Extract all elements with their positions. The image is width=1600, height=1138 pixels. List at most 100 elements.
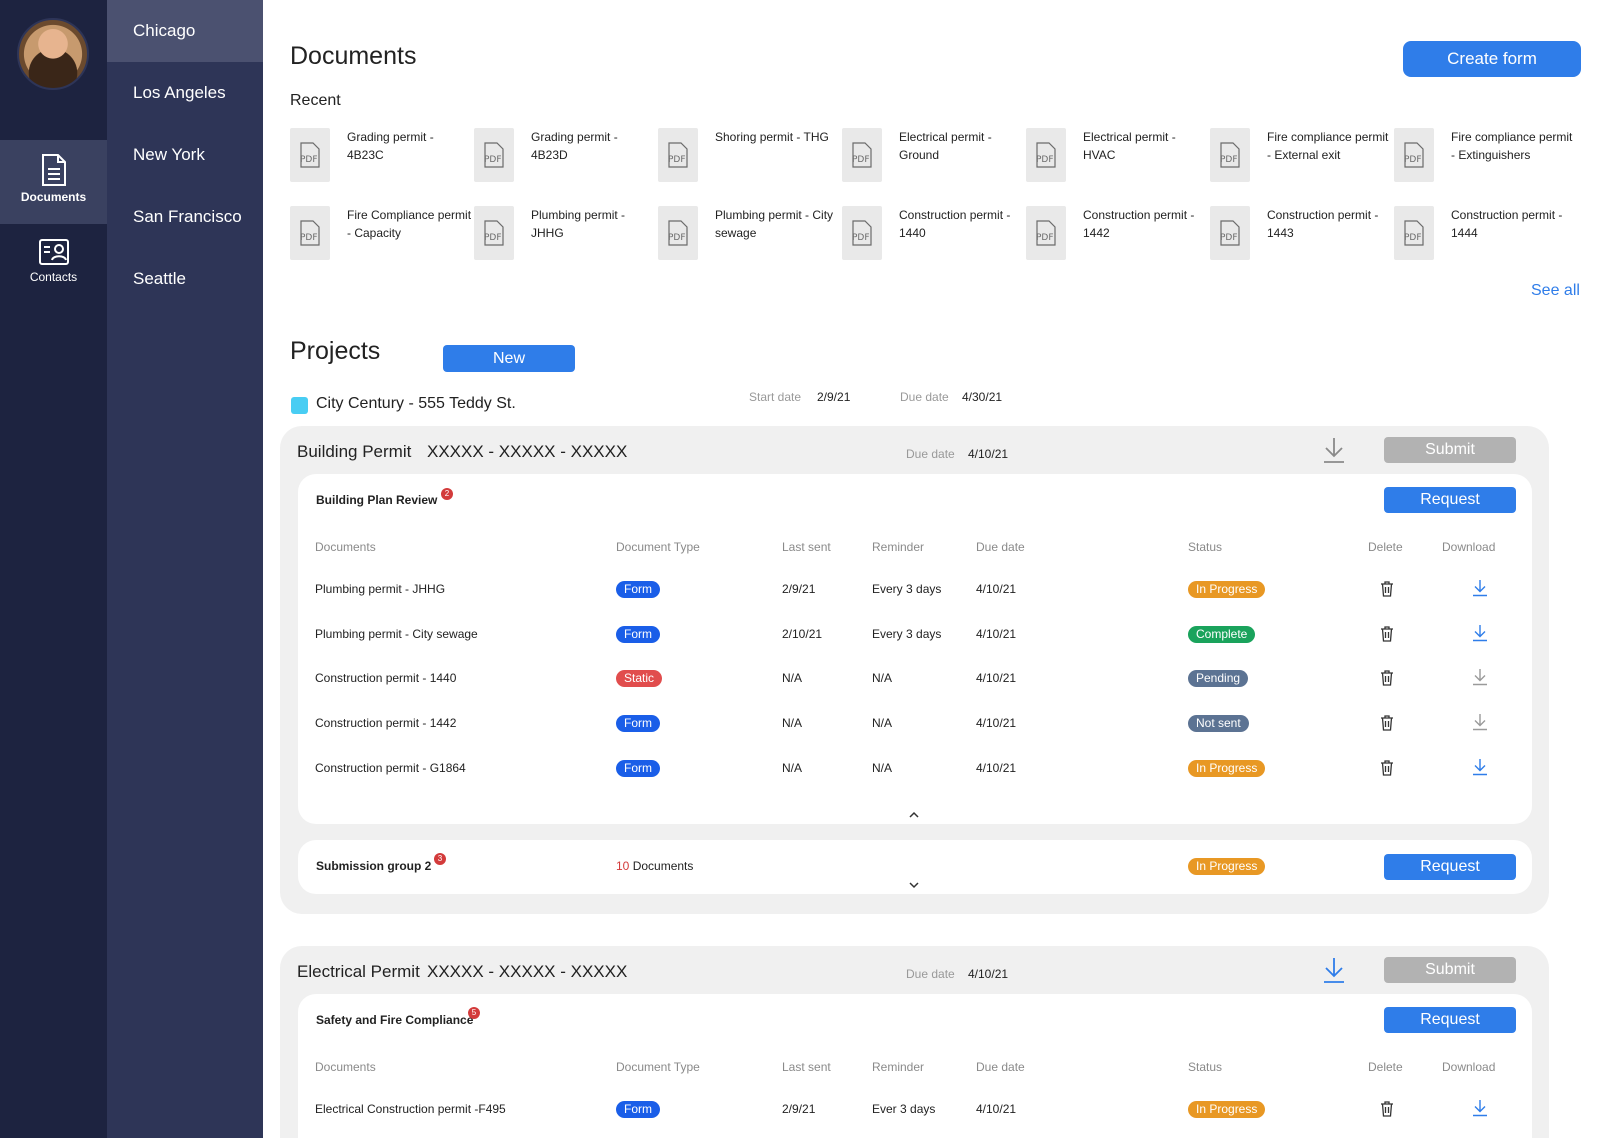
recent-document-tile[interactable]: PDF Construction permit - 1442 — [1026, 206, 1210, 266]
last-sent: 2/9/21 — [782, 582, 816, 596]
submit-button[interactable]: Submit — [1384, 437, 1516, 463]
recent-document-name: Plumbing permit - JHHG — [531, 208, 626, 240]
recent-document-tile[interactable]: PDF Fire compliance permit - Extinguisher… — [1394, 128, 1578, 188]
recent-document-tile[interactable]: PDF Construction permit - 1443 — [1210, 206, 1394, 266]
recent-document-tile[interactable]: PDF Fire compliance permit - External exi… — [1210, 128, 1394, 188]
trash-icon[interactable] — [1380, 625, 1394, 647]
project-name[interactable]: City Century - 555 Teddy St. — [316, 395, 516, 413]
group-title: Submission group 2 — [316, 859, 432, 873]
city-item-seattle[interactable]: Seattle — [107, 248, 263, 310]
create-form-button[interactable]: Create form — [1403, 41, 1581, 77]
avatar[interactable] — [17, 18, 89, 90]
recent-document-tile[interactable]: PDF Plumbing permit - JHHG — [474, 206, 658, 266]
download-icon[interactable] — [1472, 668, 1488, 691]
nav-contacts[interactable]: Contacts — [0, 224, 107, 308]
document-name[interactable]: Electrical Construction permit -F495 — [315, 1102, 506, 1116]
trash-icon[interactable] — [1380, 669, 1394, 691]
recent-document-name: Fire Compliance permit - Capacity — [347, 208, 472, 240]
city-item-chicago[interactable]: Chicago — [107, 0, 263, 62]
building-plan-review-group: Building Plan Review 2 Request Documents… — [298, 474, 1532, 824]
download-icon[interactable] — [1322, 956, 1346, 989]
status-badge: Not sent — [1188, 715, 1249, 733]
trash-icon[interactable] — [1380, 1100, 1394, 1122]
column-header-documents: Documents — [315, 1060, 376, 1074]
download-icon[interactable] — [1472, 758, 1488, 781]
permit-due-label: Due date — [906, 447, 955, 461]
status-badge: Complete — [1188, 625, 1256, 643]
column-header-due-date: Due date — [976, 1060, 1025, 1074]
new-project-button[interactable]: New — [443, 345, 575, 372]
column-header-download: Download — [1442, 540, 1496, 554]
recent-document-tile[interactable]: PDF Electrical permit - Ground — [842, 128, 1026, 188]
download-icon[interactable] — [1472, 579, 1488, 602]
document-name[interactable]: Construction permit - 1440 — [315, 671, 456, 685]
chevron-down-icon[interactable] — [908, 876, 920, 894]
column-header-status: Status — [1188, 1060, 1223, 1074]
pdf-file-icon: PDF — [1210, 128, 1250, 182]
recent-document-tile[interactable]: PDF Grading permit - 4B23C — [290, 128, 474, 188]
recent-document-tile[interactable]: PDF Plumbing permit - City sewage — [658, 206, 842, 266]
pdf-file-icon: PDF — [842, 206, 882, 260]
permit-title: Electrical Permit — [297, 962, 420, 981]
column-header-last-sent: Last sent — [782, 1060, 831, 1074]
download-icon[interactable] — [1472, 1099, 1488, 1122]
document-type-badge: Form — [616, 759, 660, 777]
request-button[interactable]: Request — [1384, 854, 1516, 880]
request-button[interactable]: Request — [1384, 1007, 1516, 1033]
svg-text:PDF: PDF — [668, 155, 686, 165]
chevron-up-icon[interactable] — [908, 806, 920, 824]
column-header-due-date: Due date — [976, 540, 1025, 554]
status-badge: In Progress — [1188, 759, 1266, 777]
svg-text:PDF: PDF — [484, 233, 502, 243]
submission-group-2: Submission group 2 3 10 Documents In Pro… — [298, 840, 1532, 894]
recent-document-name: Shoring permit - THG — [715, 130, 829, 144]
trash-icon[interactable] — [1380, 714, 1394, 736]
recent-document-name: Fire compliance permit - External exit — [1267, 130, 1389, 162]
document-name[interactable]: Construction permit - G1864 — [315, 761, 466, 775]
svg-text:PDF: PDF — [1404, 155, 1422, 165]
permit-code: XXXXX - XXXXX - XXXXX — [427, 442, 628, 461]
city-item-los-angeles[interactable]: Los Angeles — [107, 62, 263, 124]
city-item-san-francisco[interactable]: San Francisco — [107, 186, 263, 248]
recent-document-tile[interactable]: PDF Construction permit - 1440 — [842, 206, 1026, 266]
submit-button[interactable]: Submit — [1384, 957, 1516, 983]
recent-document-name: Construction permit - 1442 — [1083, 208, 1195, 240]
document-name[interactable]: Plumbing permit - JHHG — [315, 582, 445, 596]
recent-document-tile[interactable]: PDF Construction permit - 1444 — [1394, 206, 1578, 266]
download-icon[interactable] — [1322, 436, 1346, 469]
permit-due-value: 4/10/21 — [968, 967, 1009, 981]
nav-documents[interactable]: Documents — [0, 140, 107, 224]
permit-title: Building Permit — [297, 442, 412, 461]
see-all-link[interactable]: See all — [1531, 282, 1580, 300]
recent-document-tile[interactable]: PDF Electrical permit - HVAC — [1026, 128, 1210, 188]
pdf-file-icon: PDF — [1394, 206, 1434, 260]
download-icon[interactable] — [1472, 713, 1488, 736]
status-badge: In Progress — [1188, 581, 1266, 598]
document-name[interactable]: Plumbing permit - City sewage — [315, 627, 478, 641]
city-item-new-york[interactable]: New York — [107, 124, 263, 186]
document-name[interactable]: Construction permit - 1442 — [315, 716, 456, 730]
svg-text:PDF: PDF — [484, 155, 502, 165]
pdf-file-icon: PDF — [1210, 206, 1250, 260]
electrical-permit-card: Electrical Permit XXXXX - XXXXX - XXXXX … — [280, 946, 1549, 1138]
recent-document-tile[interactable]: PDF Shoring permit - THG — [658, 128, 842, 188]
trash-icon[interactable] — [1380, 759, 1394, 781]
due-date: 4/10/21 — [976, 626, 1017, 641]
recent-document-name: Grading permit - 4B23C — [347, 130, 434, 162]
trash-icon[interactable] — [1380, 580, 1394, 602]
last-sent: N/A — [782, 716, 803, 731]
recent-document-tile[interactable]: PDF Fire Compliance permit - Capacity — [290, 206, 474, 266]
document-type-badge: Form — [616, 581, 660, 598]
svg-text:PDF: PDF — [300, 233, 318, 243]
recent-document-name: Electrical permit - HVAC — [1083, 130, 1176, 162]
svg-text:PDF: PDF — [1036, 233, 1054, 243]
download-icon[interactable] — [1472, 624, 1488, 647]
column-header-reminder: Reminder — [872, 1060, 925, 1074]
page-title: Documents — [290, 42, 417, 70]
recent-document-tile[interactable]: PDF Grading permit - 4B23D — [474, 128, 658, 188]
permit-code: XXXXX - XXXXX - XXXXX — [427, 962, 628, 981]
column-header-status: Status — [1188, 540, 1223, 554]
reminder: Every 3 days — [872, 582, 942, 596]
request-button[interactable]: Request — [1384, 487, 1516, 513]
reminder: N/A — [872, 760, 893, 775]
